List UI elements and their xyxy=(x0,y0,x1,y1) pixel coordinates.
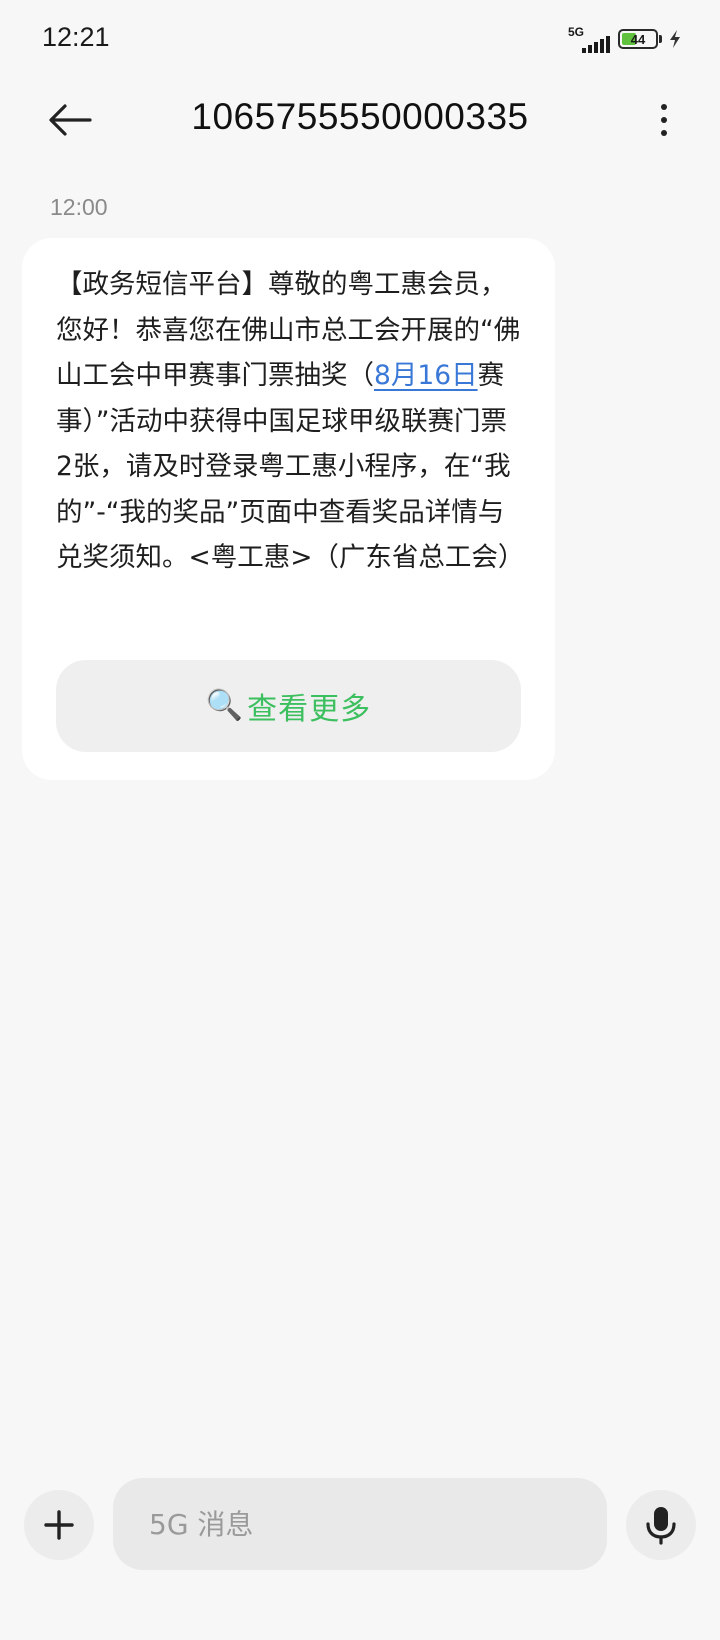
message-text-part-2: 赛事）”活动中获得中国足球甲级联赛门票2张，请及时登录粤工惠小程序，在“我的”-… xyxy=(56,360,525,573)
arrow-left-icon xyxy=(49,104,92,136)
battery-icon: 44 xyxy=(618,29,658,49)
signal-icon: 5G xyxy=(568,25,612,53)
message-input[interactable] xyxy=(113,1478,607,1570)
message-bubble[interactable]: 【政务短信平台】尊敬的粤工惠会员，您好！恭喜您在佛山市总工会开展的“佛山工会中甲… xyxy=(22,238,555,780)
status-icons: 5G 44 xyxy=(568,24,682,54)
more-vertical-icon-dot xyxy=(661,117,667,123)
see-more-label: 查看更多 xyxy=(247,692,372,727)
date-link[interactable]: 8月16日 xyxy=(374,360,478,391)
more-vertical-icon-dot xyxy=(661,130,667,136)
plus-icon xyxy=(44,1510,74,1540)
back-button[interactable] xyxy=(42,94,98,146)
battery-level: 44 xyxy=(630,31,646,47)
more-options-button[interactable] xyxy=(644,94,684,146)
voice-input-button[interactable] xyxy=(626,1490,696,1560)
battery-tip xyxy=(659,35,662,43)
signal-bars xyxy=(568,36,610,53)
charging-bolt-icon xyxy=(670,30,680,48)
add-attachment-button[interactable] xyxy=(24,1490,94,1560)
conversation-header: 1065755550000335 xyxy=(0,78,720,162)
status-bar: 12:21 5G 44 xyxy=(0,0,720,78)
message-text[interactable]: 【政务短信平台】尊敬的粤工惠会员，您好！恭喜您在佛山市总工会开展的“佛山工会中甲… xyxy=(56,262,525,581)
message-timestamp: 12:00 xyxy=(50,194,108,220)
status-time: 12:21 xyxy=(42,22,110,52)
more-vertical-icon xyxy=(661,104,667,110)
microphone-icon xyxy=(646,1507,676,1545)
search-icon: 🔍 xyxy=(205,688,244,723)
contact-number: 1065755550000335 xyxy=(191,96,529,137)
see-more-button[interactable]: 🔍 查看更多 xyxy=(56,660,521,752)
